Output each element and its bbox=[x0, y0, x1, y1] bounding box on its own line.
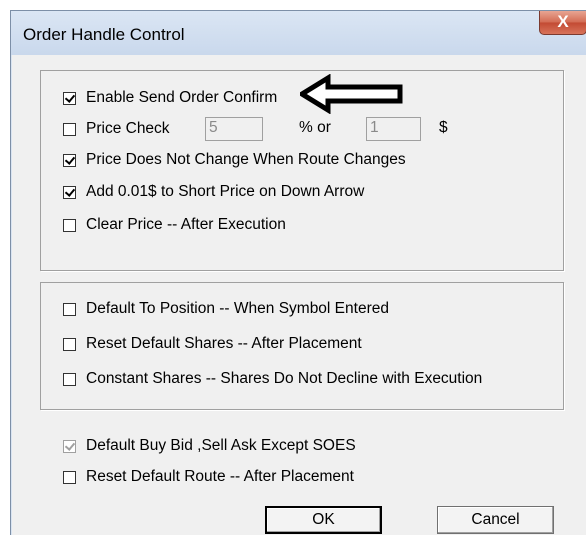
cancel-button[interactable]: Cancel bbox=[437, 506, 554, 534]
dialog-window: Order Handle Control X Enable Send Order… bbox=[10, 10, 586, 535]
close-icon: X bbox=[557, 12, 569, 31]
checkbox-box[interactable] bbox=[63, 470, 76, 484]
default-buy-bid-checkbox: Default Buy Bid ,Sell Ask Except SOES bbox=[63, 435, 356, 457]
percent-or-label: % or bbox=[299, 119, 331, 136]
checkbox-box[interactable] bbox=[63, 372, 76, 386]
price-check-checkbox[interactable]: Price Check bbox=[63, 118, 170, 140]
checkbox-box[interactable] bbox=[63, 337, 76, 351]
checkbox-label: Price Check bbox=[86, 120, 170, 137]
checkbox-label: Price Does Not Change When Route Changes bbox=[86, 151, 406, 168]
title-bar[interactable]: Order Handle Control X bbox=[11, 11, 586, 55]
clear-price-checkbox[interactable]: Clear Price -- After Execution bbox=[63, 214, 286, 236]
checkbox-label: Reset Default Route -- After Placement bbox=[86, 468, 354, 485]
add-001-short-price-checkbox[interactable]: Add 0.01$ to Short Price on Down Arrow bbox=[63, 181, 364, 203]
checkbox-label: Enable Send Order Confirm bbox=[86, 89, 278, 106]
reset-default-route-checkbox[interactable]: Reset Default Route -- After Placement bbox=[63, 466, 354, 488]
reset-default-shares-checkbox[interactable]: Reset Default Shares -- After Placement bbox=[63, 333, 362, 355]
checkbox-label: Default To Position -- When Symbol Enter… bbox=[86, 300, 389, 317]
checkbox-label: Default Buy Bid ,Sell Ask Except SOES bbox=[86, 437, 356, 454]
close-button[interactable]: X bbox=[539, 11, 586, 35]
checkbox-label: Reset Default Shares -- After Placement bbox=[86, 335, 362, 352]
checkbox-box[interactable] bbox=[63, 185, 76, 199]
checkbox-label: Add 0.01$ to Short Price on Down Arrow bbox=[86, 183, 365, 200]
checkbox-box[interactable] bbox=[63, 122, 76, 136]
ok-button[interactable]: OK bbox=[265, 506, 382, 534]
checkbox-box[interactable] bbox=[63, 91, 76, 105]
default-to-position-checkbox[interactable]: Default To Position -- When Symbol Enter… bbox=[63, 298, 389, 320]
checkbox-label: Clear Price -- After Execution bbox=[86, 216, 286, 233]
price-not-change-checkbox[interactable]: Price Does Not Change When Route Changes bbox=[63, 149, 406, 171]
checkbox-box[interactable] bbox=[63, 153, 76, 167]
dialog-client-area: Enable Send Order Confirm Price Check 5 … bbox=[12, 55, 586, 535]
checkbox-label: Constant Shares -- Shares Do Not Decline… bbox=[86, 370, 483, 387]
checkbox-box[interactable] bbox=[63, 218, 76, 232]
checkbox-box bbox=[63, 439, 76, 453]
checkbox-box[interactable] bbox=[63, 302, 76, 316]
enable-send-order-confirm-checkbox[interactable]: Enable Send Order Confirm bbox=[63, 87, 277, 109]
dollar-label: $ bbox=[439, 119, 448, 136]
annotation-arrow-icon bbox=[300, 74, 403, 114]
price-check-percent-input[interactable]: 5 bbox=[205, 117, 263, 141]
window-title: Order Handle Control bbox=[23, 25, 185, 44]
price-check-dollar-input[interactable]: 1 bbox=[366, 117, 421, 141]
constant-shares-checkbox[interactable]: Constant Shares -- Shares Do Not Decline… bbox=[63, 368, 482, 390]
